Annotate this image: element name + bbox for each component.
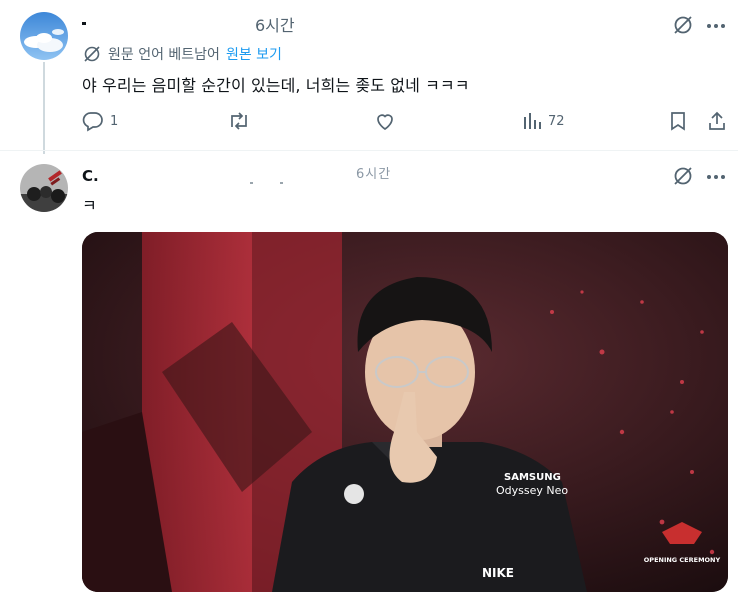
avatar[interactable] <box>20 12 68 60</box>
timestamp[interactable]: 6시간 <box>255 12 295 36</box>
views-icon <box>522 110 542 132</box>
reply-count: 1 <box>110 113 119 129</box>
jersey-brand: NIKE <box>482 566 514 580</box>
more-icon[interactable] <box>706 16 726 36</box>
views-button[interactable]: 72 <box>522 110 565 132</box>
reply-button[interactable]: 1 <box>82 110 118 132</box>
jersey-sponsor-1: SAMSUNG <box>504 472 561 483</box>
translation-notice: 원문 언어 베트남어 원본 보기 <box>82 44 282 64</box>
tweet-text: ㅋ <box>82 196 97 215</box>
like-icon <box>374 110 396 132</box>
translate-icon <box>82 44 102 64</box>
reply-icon <box>82 110 104 132</box>
svg-text:OPENING CEREMONY: OPENING CEREMONY <box>644 556 721 564</box>
grok-slash-icon[interactable] <box>672 165 694 187</box>
show-original-link[interactable]: 원본 보기 <box>226 44 282 64</box>
bookmark-button[interactable] <box>668 110 688 132</box>
tweet-divider <box>0 150 738 151</box>
retweet-icon <box>227 110 251 132</box>
retweet-button[interactable] <box>227 110 251 132</box>
like-button[interactable] <box>374 110 396 132</box>
tweet-text: 야 우리는 음미할 순간이 있는데, 너희는 좆도 없네 ㅋㅋㅋ <box>82 76 470 95</box>
timestamp[interactable]: 6시간 <box>356 163 391 182</box>
views-count: 72 <box>548 113 565 129</box>
more-icon[interactable] <box>706 167 726 187</box>
tweet-media-image[interactable]: SAMSUNG Odyssey Neo NIKE OPENING CEREMON… <box>82 232 728 592</box>
display-name[interactable] <box>82 16 250 30</box>
thread-connector-line <box>43 62 45 154</box>
grok-slash-icon[interactable] <box>672 14 694 36</box>
avatar[interactable] <box>20 164 68 212</box>
share-icon <box>706 110 728 132</box>
jersey-sponsor-2: Odyssey Neo <box>496 484 568 497</box>
bookmark-icon <box>668 110 688 132</box>
display-name[interactable]: C. <box>82 167 99 185</box>
redacted-handle <box>250 182 310 186</box>
share-button[interactable] <box>706 110 728 132</box>
translation-label: 원문 언어 베트남어 <box>108 47 220 63</box>
